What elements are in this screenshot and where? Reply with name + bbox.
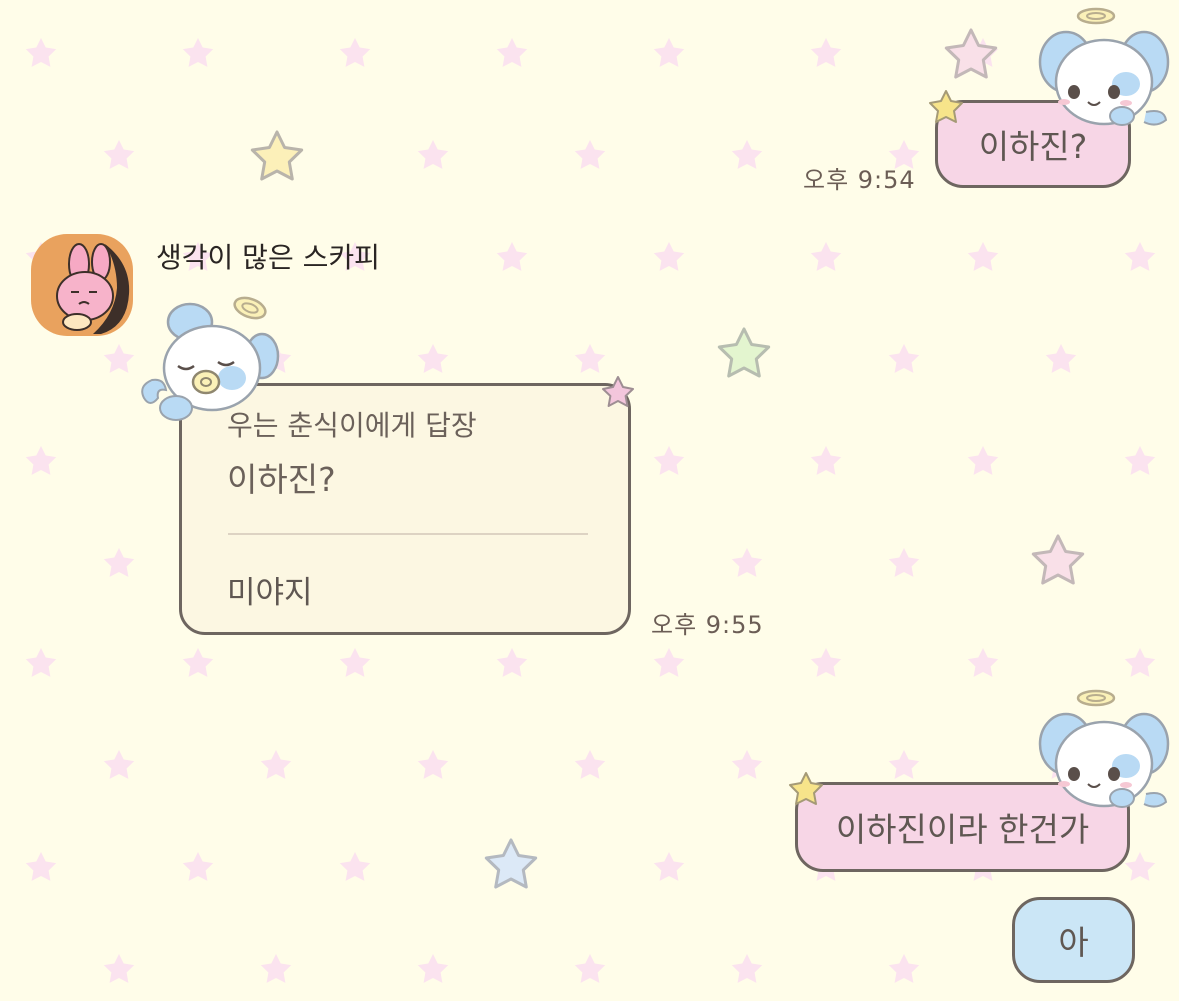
message-text: 미야지 [227, 575, 313, 611]
pattern-star [182, 852, 214, 881]
reply-divider [228, 533, 588, 535]
pattern-star [103, 140, 135, 169]
pattern-star [25, 648, 57, 677]
pattern-star [25, 446, 57, 475]
pattern-star [103, 954, 135, 983]
pattern-star [182, 38, 214, 67]
pattern-star [25, 852, 57, 881]
pattern-star [1124, 446, 1156, 475]
pattern-star [496, 38, 528, 67]
pink-star-icon [602, 376, 634, 407]
pink-bunny-avatar-icon [56, 243, 130, 334]
pattern-star [888, 344, 920, 373]
pattern-star [417, 954, 449, 983]
pattern-star [731, 750, 763, 779]
pattern-star [653, 852, 685, 881]
pattern-star [731, 954, 763, 983]
pattern-star [417, 140, 449, 169]
pattern-star [103, 344, 135, 373]
angel-puppy-icon [1038, 7, 1170, 126]
pink-star-icon [944, 28, 998, 79]
pattern-star [653, 446, 685, 475]
pattern-star [574, 140, 606, 169]
pattern-star [496, 242, 528, 271]
blue-star-icon [484, 838, 538, 889]
pattern-star [574, 954, 606, 983]
message-time: 오후 9:54 [803, 166, 916, 194]
pattern-star [574, 344, 606, 373]
outgoing-message-bubble[interactable]: 아 [1012, 897, 1135, 983]
pattern-star [731, 548, 763, 577]
pattern-star [417, 750, 449, 779]
pattern-star [1124, 242, 1156, 271]
pattern-star [182, 648, 214, 677]
pattern-star [967, 446, 999, 475]
pattern-star [260, 954, 292, 983]
pattern-star [653, 38, 685, 67]
pattern-star [967, 242, 999, 271]
yellow-star-icon [789, 772, 823, 805]
pattern-star [967, 648, 999, 677]
message-time: 오후 9:55 [651, 611, 764, 639]
pattern-star [1124, 852, 1156, 881]
pattern-star [731, 140, 763, 169]
sender-name: 생각이 많은 스카피 [156, 241, 380, 274]
pink-star-icon [1031, 534, 1085, 585]
pattern-star [339, 852, 371, 881]
pattern-star [810, 446, 842, 475]
pattern-star [1045, 344, 1077, 373]
pattern-star [496, 648, 528, 677]
yellow-star-icon [250, 130, 304, 181]
sender-avatar[interactable] [31, 234, 133, 336]
pattern-star [103, 750, 135, 779]
angel-pup-sleeping-icon [141, 296, 280, 421]
quoted-message[interactable]: 이하진? [227, 453, 336, 501]
pattern-star [810, 38, 842, 67]
pattern-star [888, 954, 920, 983]
pattern-star [810, 242, 842, 271]
pattern-star [25, 38, 57, 67]
pattern-star [888, 750, 920, 779]
pattern-star [574, 750, 606, 779]
message-text: 아 [1058, 923, 1089, 962]
pattern-star [653, 648, 685, 677]
angel-puppy-icon [1038, 689, 1170, 808]
pattern-star [339, 648, 371, 677]
pattern-star [653, 242, 685, 271]
green-star-icon [717, 327, 771, 378]
pattern-star [103, 548, 135, 577]
pattern-star [339, 38, 371, 67]
pattern-star [1124, 648, 1156, 677]
pattern-star [417, 344, 449, 373]
pattern-star [810, 648, 842, 677]
pattern-star [260, 750, 292, 779]
pattern-star [888, 548, 920, 577]
yellow-star-icon [929, 90, 963, 123]
